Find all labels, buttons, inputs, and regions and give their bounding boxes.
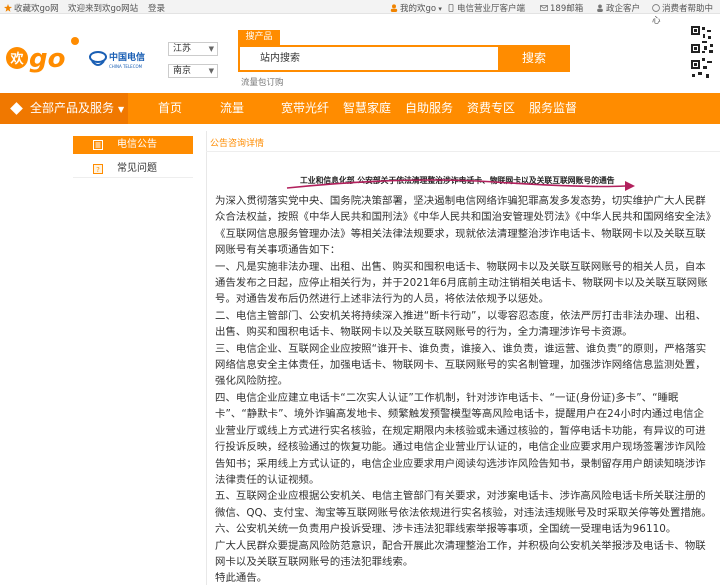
diamond-icon — [10, 102, 23, 115]
sidebar-item-label: 电信公告 — [117, 139, 157, 150]
notice-icon — [93, 140, 103, 150]
star-icon — [4, 4, 12, 12]
hgo-logo[interactable]: 欢 go — [4, 32, 82, 76]
article-paragraph: 五、互联网企业应根据公安机关、电信主管部门有关要求，对涉案电话卡、涉诈高风险电话… — [215, 490, 712, 519]
article-paragraph: 特此通告。 — [215, 572, 268, 585]
mail-label: 189邮箱 — [550, 4, 584, 14]
city-select[interactable]: 南京 ▼ — [168, 64, 218, 78]
hot-link-traffic-package[interactable]: 流量包订购 — [241, 76, 284, 88]
sidebar-item-notice[interactable]: 电信公告 — [73, 136, 193, 154]
city-value: 南京 — [173, 66, 192, 76]
enterprise-icon — [597, 4, 603, 12]
chevron-down-icon: ▼ — [208, 67, 214, 75]
chevron-down-icon: ▼ — [208, 45, 214, 53]
svg-text:?: ? — [96, 166, 100, 174]
all-products-label: 全部产品及服务 — [30, 101, 115, 115]
search-products-tab[interactable]: 搜产品 — [238, 30, 280, 45]
enterprise-link[interactable]: 政企客户 — [596, 2, 640, 14]
nav-item-service-supervision[interactable]: 服务监督 — [529, 93, 577, 124]
favorite-label: 收藏欢go网 — [14, 4, 59, 14]
nav-item-traffic[interactable]: 流量 — [220, 93, 244, 124]
phone-icon — [448, 4, 454, 12]
chevron-down-icon: ▼ — [118, 105, 125, 114]
telecom-name: 中国电信 — [109, 51, 145, 63]
nav-item-home[interactable]: 首页 — [158, 93, 182, 124]
nav-item-smart-home[interactable]: 智慧家庭 — [343, 93, 391, 124]
nav-item-self-service[interactable]: 自助服务 — [405, 93, 453, 124]
breadcrumb: 公告咨询详情 — [210, 139, 265, 149]
qr-code-icon — [690, 24, 720, 82]
business-hall-link[interactable]: 电信营业厅客户端 — [447, 2, 525, 14]
consumer-help-label: 消费者帮助中心 — [652, 4, 714, 26]
all-products-menu[interactable]: 全部产品及服务 ▼ — [0, 93, 128, 124]
top-bar: 收藏欢go网 欢迎来到欢go网站 登录 我的欢go ▾ 电信营业厅客户端 189… — [0, 0, 720, 26]
china-telecom-logo: 中国电信 CHINA TELECOM — [89, 51, 145, 69]
article-paragraph: 二、电信主管部门、公安机关将持续深入推进“断卡行动”，以零容忍态度，依法严厉打击… — [215, 309, 707, 339]
article-paragraph: 四、电信企业应建立电话卡“二次实人认证”工作机制，针对涉诈电话卡、“一证(身份证… — [215, 391, 706, 486]
my-hgo-label: 我的欢go — [400, 4, 437, 14]
business-hall-label: 电信营业厅客户端 — [457, 4, 526, 14]
article-paragraph: 广大人民群众要提高风险防范意识，配合开展此次清理整治工作，并积极向公安机关举报涉… — [215, 539, 706, 568]
breadcrumb-divider — [206, 151, 720, 152]
favorite-link[interactable]: 收藏欢go网 — [4, 2, 59, 14]
nav-item-tariff[interactable]: 资费专区 — [467, 93, 515, 124]
user-icon — [390, 4, 398, 12]
province-value: 江苏 — [173, 44, 192, 54]
nav-item-broadband[interactable]: 宽带光纤 — [281, 93, 329, 124]
sidebar-item-faq[interactable]: ? 常见问题 — [73, 160, 193, 178]
help-icon — [652, 4, 660, 12]
mail-link[interactable]: 189邮箱 — [540, 2, 583, 14]
mail-icon — [540, 5, 548, 11]
svg-text:go: go — [29, 44, 65, 74]
consumer-help-link[interactable]: 消费者帮助中心 — [652, 2, 720, 26]
login-link[interactable]: 登录 — [148, 2, 165, 14]
main-nav: 全部产品及服务 ▼ 首页 流量 宽带光纤 智慧家庭 自助服务 资费专区 服务监督 — [0, 93, 720, 124]
search-button[interactable]: 搜索 — [498, 45, 570, 72]
article-paragraph: 三、电信企业、互联网企业应按照“谁开卡、谁负责，谁接入、谁负责，谁运营、谁负责”… — [215, 342, 707, 388]
article-paragraph: 一、凡是实施非法办理、出租、出售、购买和囤积电话卡、物联网卡以及关联互联网账号的… — [215, 260, 708, 306]
article-body: 为深入贯彻落实党中央、国务院决策部署，坚决遏制电信网络诈骗犯罪高发多发态势，切实… — [215, 193, 712, 585]
svg-text:欢: 欢 — [9, 51, 24, 67]
search-input[interactable]: 站内搜索 — [238, 45, 500, 72]
article-paragraph: 为深入贯彻落实党中央、国务院决策部署，坚决遏制电信网络诈骗犯罪高发多发态势，切实… — [215, 195, 711, 257]
my-hgo-link[interactable]: 我的欢go ▾ — [390, 2, 442, 14]
sidebar-item-label: 常见问题 — [117, 163, 157, 174]
welcome-text: 欢迎来到欢go网站 — [68, 4, 139, 14]
svg-text:CHINA TELECOM: CHINA TELECOM — [109, 64, 143, 69]
content-divider — [206, 131, 207, 585]
enterprise-label: 政企客户 — [606, 4, 641, 14]
article-paragraph: 六、公安机关统一负责用户投诉受理、涉卡违法犯罪线索举报等事项，全国统一受理电话为… — [215, 523, 677, 536]
question-icon: ? — [93, 164, 103, 174]
province-select[interactable]: 江苏 ▼ — [168, 42, 218, 56]
